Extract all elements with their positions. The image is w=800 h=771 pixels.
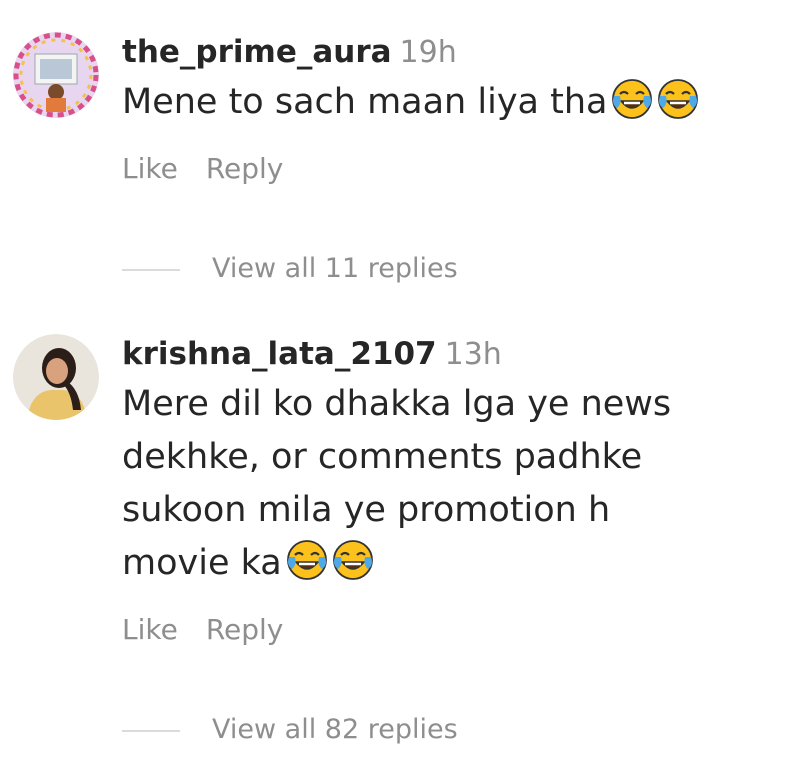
username[interactable]: the_prime_aura xyxy=(122,34,392,70)
like-button[interactable]: Like xyxy=(122,613,178,646)
comment-text-line: Mere dil ko dhakka lga ye news xyxy=(122,384,672,424)
view-replies-label: View all 11 replies xyxy=(212,253,458,284)
comment-text-line: Mene to sach maan liya tha xyxy=(122,82,608,122)
comment-header: the_prime_aura 19h xyxy=(122,30,782,74)
view-replies-button[interactable]: View all 11 replies xyxy=(122,249,458,289)
like-button[interactable]: Like xyxy=(122,152,178,185)
comment-text-line: sukoon mila ye promotion h xyxy=(122,490,611,530)
divider-line xyxy=(122,729,180,732)
timestamp: 13h xyxy=(444,337,502,372)
face-with-tears-of-joy-icon xyxy=(611,78,653,120)
comment-text: Mene to sach maan liya tha xyxy=(122,76,782,129)
comment-text-line: movie ka xyxy=(122,543,282,583)
timestamp: 19h xyxy=(399,35,457,70)
view-replies-button[interactable]: View all 82 replies xyxy=(122,710,458,750)
comment-actions: Like Reply xyxy=(122,610,782,650)
face-with-tears-of-joy-icon xyxy=(657,78,699,120)
comment-body: the_prime_aura 19h Mene to sach maan liya… xyxy=(122,30,782,189)
comment-body: krishna_lata_2107 13h Mere dil ko dhakka … xyxy=(122,332,782,650)
reply-button[interactable]: Reply xyxy=(206,152,284,185)
comment-text-line: dekhke, or comments padhke xyxy=(122,437,643,477)
reply-button[interactable]: Reply xyxy=(206,613,284,646)
avatar[interactable] xyxy=(13,334,99,420)
comment-actions: Like Reply xyxy=(122,149,782,189)
view-replies-label: View all 82 replies xyxy=(212,714,458,745)
comment-text: Mere dil ko dhakka lga ye news dekhke, o… xyxy=(122,378,782,590)
comment-header: krishna_lata_2107 13h xyxy=(122,332,782,376)
face-with-tears-of-joy-icon xyxy=(332,539,374,581)
divider-line xyxy=(122,268,180,271)
face-with-tears-of-joy-icon xyxy=(286,539,328,581)
avatar[interactable] xyxy=(13,32,99,118)
username[interactable]: krishna_lata_2107 xyxy=(122,336,437,372)
